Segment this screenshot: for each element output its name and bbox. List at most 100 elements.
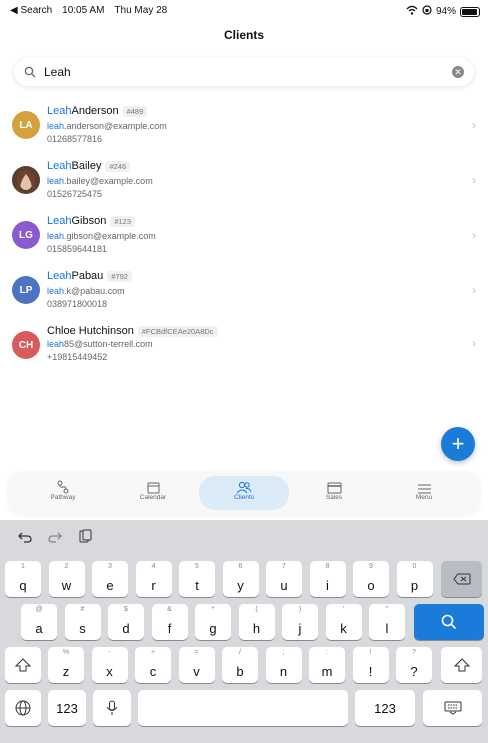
key-x[interactable]: -x	[91, 647, 128, 683]
list-item[interactable]: Leah Bailey #246 leah.bailey@example.com…	[0, 155, 488, 210]
key-question[interactable]: ??	[396, 647, 432, 683]
key-alt-label: #	[80, 606, 85, 613]
client-name: Chloe Hutchinson #FCBdfCEAe20A8Dc	[47, 325, 218, 337]
clients-icon	[199, 476, 289, 494]
search-bar[interactable]: ✕	[14, 58, 474, 86]
key-label: a	[35, 621, 43, 636]
status-date: Thu May 28	[114, 5, 168, 16]
key-label: !	[368, 664, 373, 679]
key-alt-label: 4	[151, 563, 156, 570]
client-email: leah85@sutton-terrell.com	[47, 339, 153, 349]
key-s[interactable]: # s	[64, 604, 101, 640]
key-a[interactable]: @ a	[21, 604, 57, 640]
key-w[interactable]: 2w	[48, 561, 85, 597]
key-alt-label: -	[108, 649, 111, 656]
key-h[interactable]: (h	[238, 604, 275, 640]
key-z[interactable]: % z	[48, 647, 84, 683]
key-p[interactable]: 0p	[396, 561, 433, 597]
key-t[interactable]: 5t	[179, 561, 215, 597]
key-o[interactable]: 9o	[353, 561, 389, 597]
key-alt-label: 2	[64, 563, 69, 570]
key-label: r	[151, 578, 156, 593]
key-alt-label: 5	[195, 563, 199, 570]
tab-calendar[interactable]: Calendar	[108, 476, 198, 510]
key-m[interactable]: :m	[309, 647, 345, 683]
undo-icon[interactable]	[18, 530, 32, 548]
page-title: Clients	[223, 28, 264, 42]
key-alt-label: &	[167, 606, 172, 613]
key-g[interactable]: * g	[195, 604, 231, 640]
key-y[interactable]: 6y	[222, 561, 259, 597]
key-label: q	[19, 578, 27, 593]
key-k[interactable]: ' k	[325, 604, 362, 640]
hide-keyboard-key[interactable]	[423, 690, 482, 726]
shift-right-key[interactable]	[441, 647, 482, 683]
key-e[interactable]: 3e	[92, 561, 128, 597]
key-label: n	[279, 664, 288, 679]
key-f[interactable]: & f	[151, 604, 188, 640]
numbers-key-left[interactable]: 123	[48, 690, 86, 726]
key-b[interactable]: / b	[222, 647, 258, 683]
key-alt-label: 7	[282, 563, 286, 570]
key-l[interactable]: " l	[369, 604, 405, 640]
key-i[interactable]: 8i	[309, 561, 346, 597]
key-label: l	[385, 621, 389, 636]
numbers-key-right[interactable]: 123	[355, 690, 415, 726]
key-label: d	[122, 621, 130, 636]
chevron-right-icon: ›	[472, 173, 476, 187]
client-phone: 01526725475	[47, 189, 103, 199]
tab-label: Sales	[325, 494, 343, 501]
back-to-search-link[interactable]: ◀ Search	[10, 5, 52, 16]
key-alt-label: /	[239, 649, 241, 656]
dictation-key[interactable]	[93, 690, 131, 726]
key-r[interactable]: 4r	[135, 561, 172, 597]
add-client-button[interactable]: +	[441, 427, 475, 461]
key-q[interactable]: 1q	[5, 561, 41, 597]
client-phone: 01268577816	[47, 134, 103, 144]
key-alt-label: 0	[412, 563, 417, 570]
key-j[interactable]: ) j	[282, 604, 318, 640]
keyboard-dismiss-icon	[444, 701, 461, 715]
key-u[interactable]: 7u	[266, 561, 302, 597]
tab-label: Calendar	[139, 494, 167, 501]
list-item[interactable]: LG Leah Gibson #123 leah.gibson@example.…	[0, 210, 488, 265]
key-label: w	[61, 578, 72, 593]
tab-clients[interactable]: Clients	[199, 476, 289, 510]
list-item[interactable]: LP Leah Pabau #792 leah.k@pabau.com 0389…	[0, 265, 488, 320]
key-alt-label: %	[62, 649, 70, 656]
tab-menu[interactable]: Menu	[379, 476, 469, 510]
backspace-key[interactable]	[441, 561, 482, 597]
space-key[interactable]	[138, 690, 348, 726]
key-label: i	[326, 578, 329, 593]
client-id-badge: #246	[105, 160, 131, 172]
tab-pathway[interactable]: Pathway	[18, 476, 108, 510]
key-n[interactable]: ; n	[265, 647, 302, 683]
key-d[interactable]: $ d	[108, 604, 144, 640]
tab-sales[interactable]: Sales	[289, 476, 379, 510]
search-key[interactable]	[414, 604, 484, 640]
key-alt-label: "	[385, 606, 389, 613]
clear-search-icon[interactable]: ✕	[452, 66, 464, 78]
key-v[interactable]: = v	[178, 647, 215, 683]
redo-icon[interactable]	[48, 530, 62, 548]
key-exclaim[interactable]: !!	[352, 647, 389, 683]
orientation-lock-icon	[422, 5, 432, 18]
search-input[interactable]	[44, 65, 434, 79]
key-label: f	[167, 621, 172, 636]
client-id-badge: #FCBdfCEAe20A8Dc	[137, 325, 218, 337]
key-label: y	[237, 578, 244, 593]
list-item[interactable]: LA Leah Anderson #489 leah.anderson@exam…	[0, 100, 488, 155]
client-id-badge: #123	[110, 215, 136, 227]
client-email: leah.gibson@example.com	[47, 231, 156, 241]
paste-icon[interactable]	[78, 529, 92, 548]
globe-key[interactable]	[5, 690, 41, 726]
key-c[interactable]: + c	[135, 647, 171, 683]
list-item[interactable]: CH Chloe Hutchinson #FCBdfCEAe20A8Dc lea…	[0, 320, 488, 375]
shift-left-key[interactable]	[5, 647, 41, 683]
client-email: leah.k@pabau.com	[47, 286, 125, 296]
client-name: Leah Gibson #123	[47, 215, 136, 227]
battery-percent: 94%	[435, 6, 456, 17]
client-name: Leah Bailey #246	[47, 160, 131, 172]
client-id-badge: #792	[107, 270, 132, 282]
key-alt-label: :	[326, 649, 328, 656]
